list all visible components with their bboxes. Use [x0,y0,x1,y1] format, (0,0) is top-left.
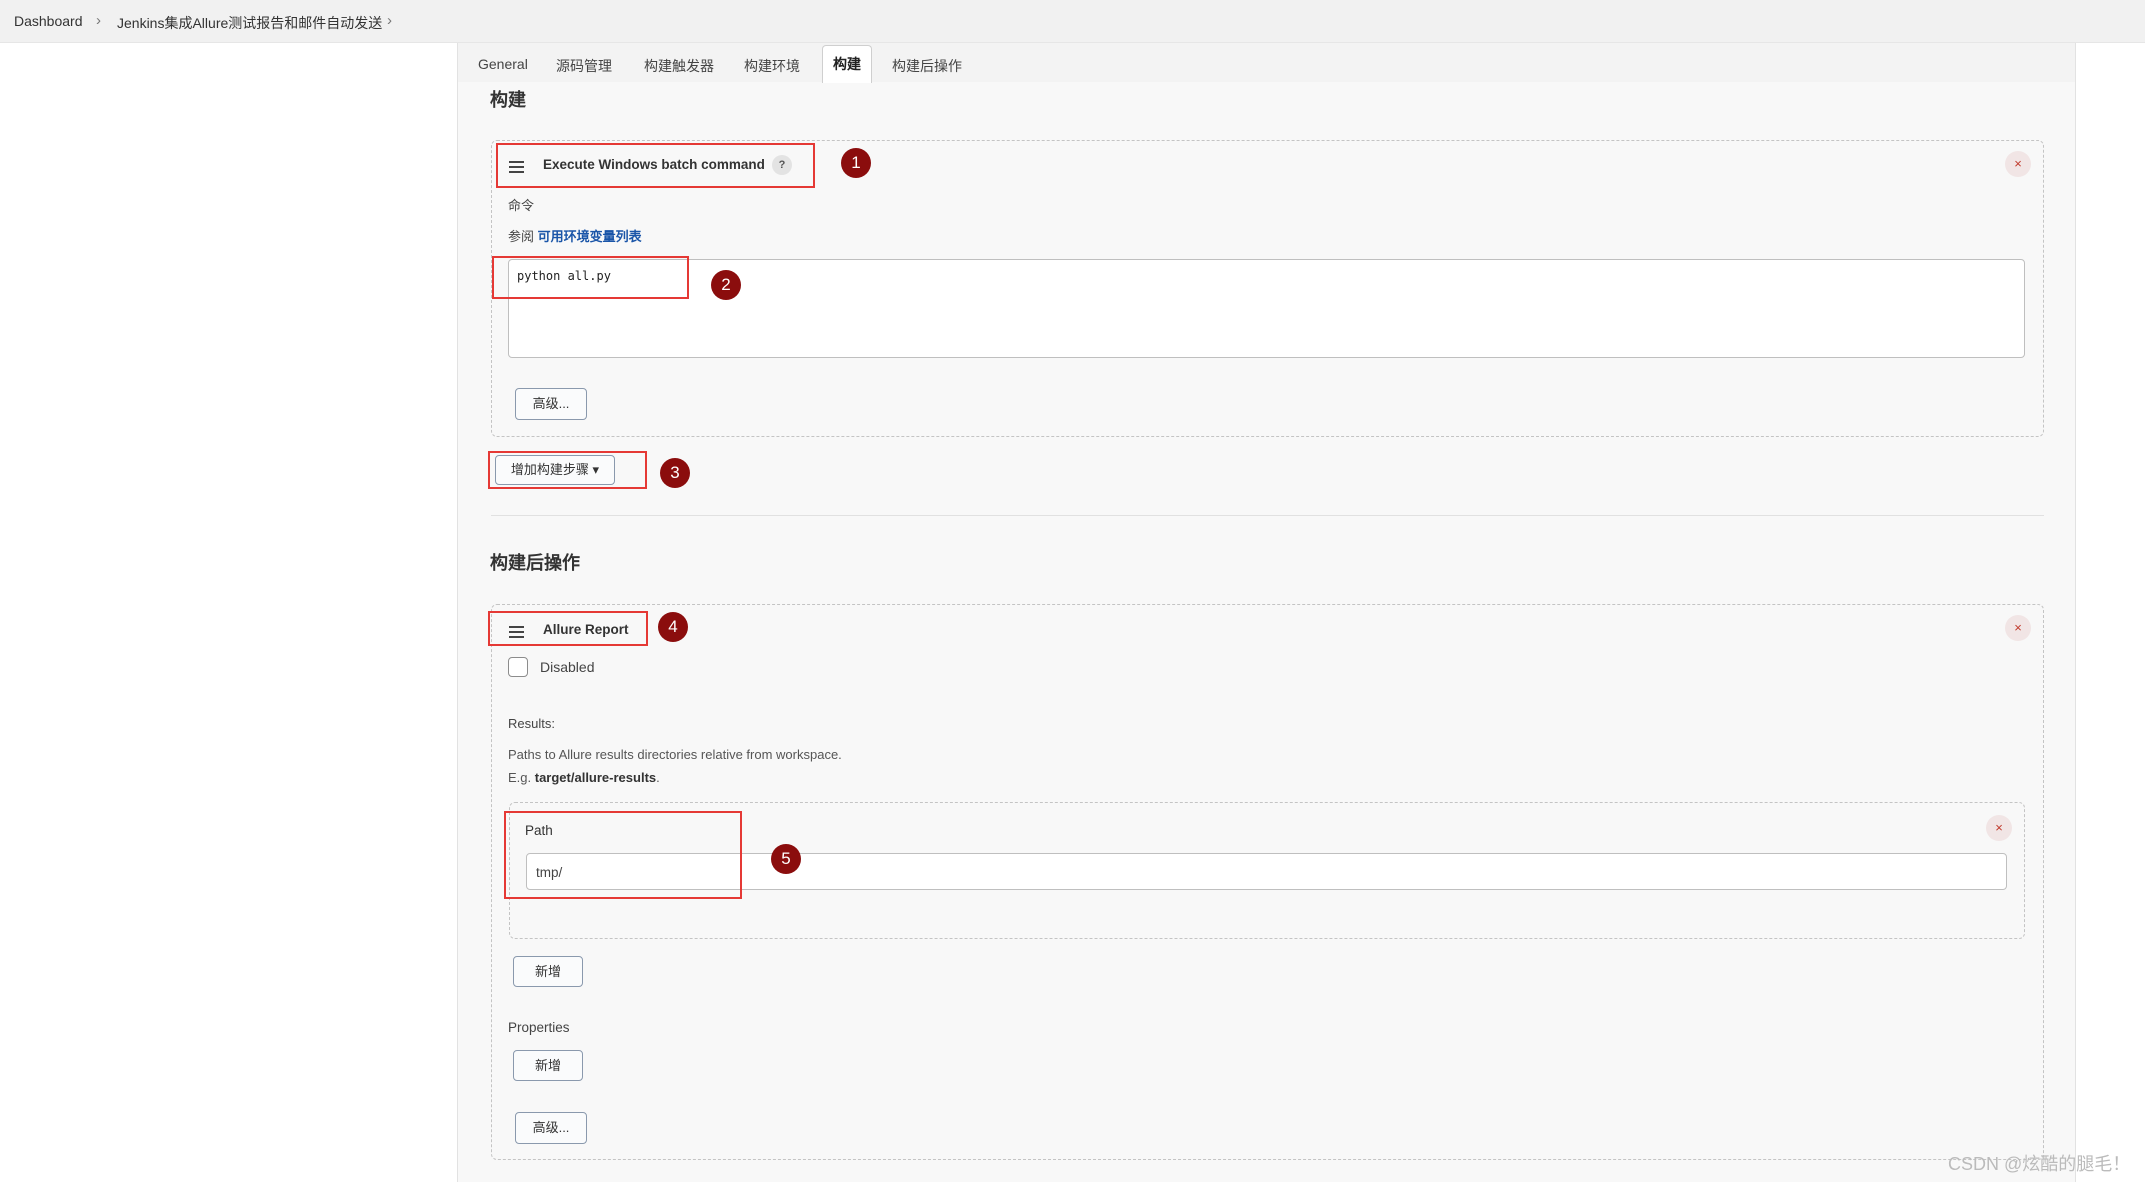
disabled-checkbox[interactable] [508,657,528,677]
results-label: Results: [508,716,555,731]
env-vars-prefix: 参阅 [508,229,535,244]
annotation-badge-1: 1 [841,148,871,178]
env-vars-hint: 参阅 可用环境变量列表 [508,226,642,245]
annotation-badge-3: 3 [660,458,690,488]
command-label: 命令 [508,198,535,213]
watermark: CSDN @炫酷的腿毛！ [1948,1154,2131,1174]
chevron-right-icon[interactable]: › [387,12,392,29]
chevron-right-icon: › [96,12,101,29]
annotation-box-2 [492,256,689,299]
build-section-title: 构建 [490,90,526,110]
annotation-badge-5: 5 [771,844,801,874]
env-vars-link[interactable]: 可用环境变量列表 [538,229,642,244]
annotation-box-1 [496,143,815,188]
tab-build-environment[interactable]: 构建环境 [744,56,800,76]
disabled-label: Disabled [540,659,595,675]
tab-build[interactable]: 构建 [822,45,872,83]
close-icon[interactable]: × [2005,151,2031,177]
close-icon[interactable]: × [1986,815,2012,841]
path-input[interactable] [526,853,2007,890]
results-example: E.g. target/allure-results. [508,770,660,785]
advanced-button[interactable]: 高级... [515,1112,587,1144]
breadcrumb-job[interactable]: Jenkins集成Allure测试报告和邮件自动发送 [117,13,382,33]
annotation-box-4 [488,611,648,646]
breadcrumb: Dashboard › Jenkins集成Allure测试报告和邮件自动发送 › [0,0,2145,43]
results-example-value: target/allure-results [534,770,657,785]
config-tabs: General 源码管理 构建触发器 构建环境 构建 构建后操作 [458,43,2075,83]
tab-post-build[interactable]: 构建后操作 [892,56,962,76]
annotation-box-3 [488,451,647,489]
close-icon[interactable]: × [2005,615,2031,641]
tab-source-control[interactable]: 源码管理 [556,56,612,76]
post-build-section-title: 构建后操作 [490,553,580,573]
add-property-button[interactable]: 新增 [513,1050,583,1081]
results-example-prefix: E.g. [508,770,535,785]
properties-label: Properties [508,1020,570,1035]
add-path-button[interactable]: 新增 [513,956,583,987]
advanced-button[interactable]: 高级... [515,388,587,420]
annotation-box-5 [504,811,742,899]
tab-build-triggers[interactable]: 构建触发器 [644,56,714,76]
section-divider [491,515,2044,516]
breadcrumb-dashboard[interactable]: Dashboard [14,13,83,29]
results-example-suffix: . [656,770,660,785]
annotation-badge-4: 4 [658,612,688,642]
results-help: Paths to Allure results directories rela… [508,747,842,762]
annotation-badge-2: 2 [711,270,741,300]
tab-general[interactable]: General [478,56,528,72]
